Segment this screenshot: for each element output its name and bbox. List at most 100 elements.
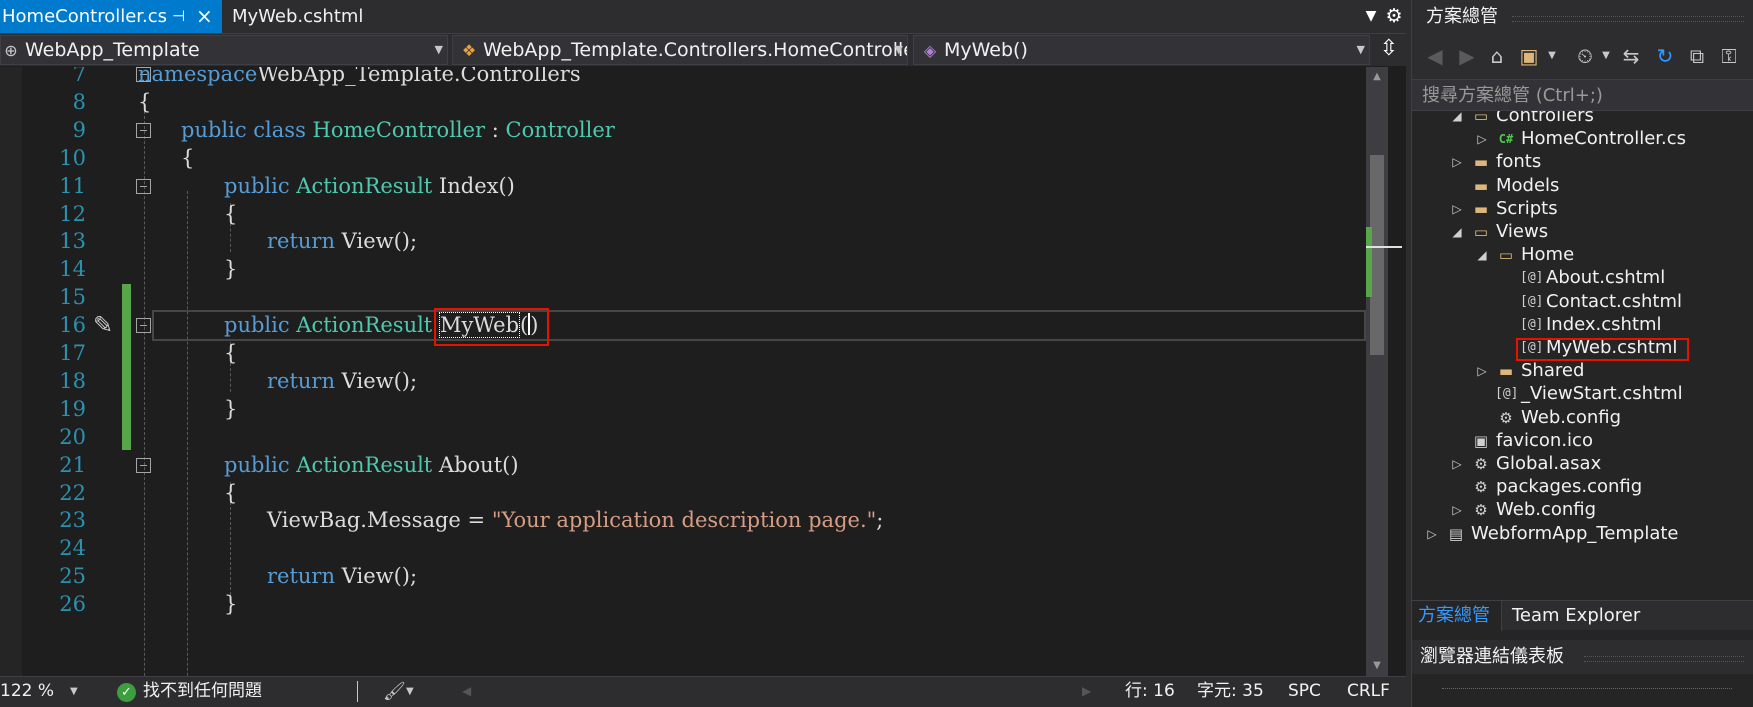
chevron-down-icon[interactable]: ▼: [70, 677, 78, 706]
tab-team-explorer[interactable]: Team Explorer: [1502, 601, 1646, 631]
sync-with-document-icon[interactable]: ⇆: [1618, 43, 1644, 69]
scroll-down-icon[interactable]: ▼: [1366, 656, 1388, 676]
code-line[interactable]: 16 public ActionResult MyWeb(): [0, 310, 1384, 341]
scrollbar-thumb[interactable]: [1370, 155, 1384, 355]
code-editor[interactable]: 7 namespaceWebApp_Template.Controllers 8{9…: [0, 67, 1384, 676]
member-dropdown[interactable]: ◈ MyWeb() ▼: [913, 35, 1370, 65]
tree-item[interactable]: [@] _ViewStart.cshtml: [1412, 381, 1753, 407]
tree-item[interactable]: ▷ ⚙ Global.asax: [1412, 451, 1753, 477]
project-dropdown[interactable]: ⊕ WebApp_Template ▼: [0, 35, 448, 65]
tree-item[interactable]: [@] About.cshtml: [1412, 265, 1753, 291]
folder-icon: ▬: [1498, 362, 1514, 381]
code-line[interactable]: 13 return View();: [0, 226, 1384, 257]
code-text: return View();: [267, 561, 417, 592]
tab-homecontroller-cs[interactable]: HomeController.cs ⊣ ×: [0, 0, 222, 33]
expand-arrow-icon[interactable]: ▷: [1450, 149, 1464, 175]
keyword-token: return: [267, 229, 335, 254]
folder-icon: ▬: [1473, 199, 1489, 218]
tree-item-label: Scripts: [1496, 197, 1558, 219]
pin-icon[interactable]: ⊣: [172, 0, 185, 33]
expand-arrow-icon[interactable]: ▷: [1450, 451, 1464, 477]
solution-explorer: 方案總管 ◀ ▶ ⌂ ▣ ▼ ⏲ ▼ ⇆ ↻ ⧉ ⚿ ◢▭Controllers…: [1411, 0, 1753, 707]
home-icon[interactable]: ⌂: [1484, 43, 1510, 69]
expand-arrow-icon[interactable]: ▷: [1475, 126, 1489, 152]
tree-item[interactable]: ▬ Models: [1412, 173, 1753, 199]
switch-views-icon[interactable]: ▣: [1516, 43, 1542, 69]
tree-item[interactable]: ⚙ packages.config: [1412, 474, 1753, 500]
solution-explorer-title: 方案總管: [1412, 0, 1753, 34]
forward-icon[interactable]: ▶: [1454, 43, 1480, 69]
collapse-outline-icon[interactable]: [136, 457, 151, 473]
tab-overflow-dropdown-icon[interactable]: ▼: [1362, 0, 1380, 33]
chevron-down-icon[interactable]: ▼: [1546, 43, 1558, 69]
quick-actions-screwdriver-icon[interactable]: ✎: [88, 310, 118, 341]
code-line[interactable]: 25 return View();: [0, 561, 1384, 592]
tree-item[interactable]: ▷ ▬ fonts: [1412, 149, 1753, 175]
issues-status[interactable]: 找不到任何問題: [143, 677, 262, 706]
code-line[interactable]: 11 public ActionResult Index(): [0, 171, 1384, 202]
code-line[interactable]: 14}: [0, 254, 1384, 285]
back-icon[interactable]: ◀: [1422, 43, 1448, 69]
tab-myweb-cshtml[interactable]: MyWeb.cshtml: [222, 0, 382, 33]
code-line[interactable]: 15: [0, 282, 1384, 313]
code-line[interactable]: 21 public ActionResult About(): [0, 450, 1384, 481]
expand-arrow-icon[interactable]: ▷: [1450, 497, 1464, 523]
collapse-all-icon[interactable]: ⧉: [1684, 43, 1710, 69]
expand-arrow-icon[interactable]: ▷: [1475, 358, 1489, 384]
tree-item[interactable]: ▣ favicon.ico: [1412, 428, 1753, 454]
properties-icon[interactable]: ⚿: [1716, 43, 1742, 69]
char-number-status: 字元: 35: [1197, 681, 1264, 701]
close-icon[interactable]: ×: [196, 0, 213, 33]
collapse-outline-icon[interactable]: [136, 318, 151, 334]
collapse-arrow-icon[interactable]: ◢: [1450, 219, 1464, 245]
tree-item[interactable]: ▷ C# HomeController.cs: [1412, 126, 1753, 152]
vertical-scrollbar[interactable]: ▲ ▼: [1366, 67, 1402, 676]
scroll-right-icon[interactable]: ▶: [1082, 677, 1091, 706]
scroll-left-icon[interactable]: ◀: [462, 677, 471, 706]
collapse-outline-icon[interactable]: [136, 122, 151, 138]
tree-item[interactable]: ⚙ Web.config: [1412, 405, 1753, 431]
keyword-token: public: [224, 173, 290, 198]
razor-file-icon: [@]: [1520, 293, 1544, 309]
chevron-down-icon[interactable]: ▼: [406, 677, 414, 706]
code-line[interactable]: 10 {: [0, 143, 1384, 174]
gear-icon[interactable]: ⚙: [1384, 0, 1404, 33]
code-line[interactable]: 22 {: [0, 478, 1384, 509]
code-line[interactable]: 19}: [0, 394, 1384, 425]
code-line[interactable]: 23 ViewBag.Message = "Your application de…: [0, 505, 1384, 536]
split-window-icon[interactable]: ⇳: [1373, 35, 1405, 65]
code-line[interactable]: 20: [0, 422, 1384, 453]
line-number: 22: [59, 480, 86, 505]
pending-changes-filter-icon[interactable]: ⏲: [1572, 43, 1598, 69]
tree-item[interactable]: ◢ ▭ Home: [1412, 242, 1753, 268]
zoom-level[interactable]: 122 %: [0, 677, 54, 706]
code-line[interactable]: 18 return View();: [0, 366, 1384, 397]
tree-item[interactable]: [@] Index.cshtml: [1412, 312, 1753, 338]
code-line[interactable]: 8{: [0, 87, 1384, 118]
chevron-down-icon[interactable]: ▼: [1600, 43, 1612, 69]
code-token: {: [224, 201, 238, 226]
code-line[interactable]: 17 {: [0, 338, 1384, 369]
tree-item[interactable]: [@] Contact.cshtml: [1412, 289, 1753, 315]
solution-search-input[interactable]: [1412, 80, 1753, 110]
code-line[interactable]: 24: [0, 533, 1384, 564]
code-line[interactable]: 9 public class HomeController : Controlle…: [0, 115, 1384, 146]
code-line[interactable]: 26}: [0, 589, 1384, 620]
collapse-outline-icon[interactable]: [136, 178, 151, 194]
code-line[interactable]: 12 {: [0, 199, 1384, 230]
browser-link-truncated-row: [1442, 688, 1732, 694]
tree-item[interactable]: ▷ ▬ Scripts: [1412, 196, 1753, 222]
refresh-icon[interactable]: ↻: [1652, 43, 1678, 69]
tree-item[interactable]: ▷ ⚙ Web.config: [1412, 497, 1753, 523]
solution-search-box[interactable]: [1412, 79, 1753, 111]
code-cleanup-icon[interactable]: 🖌︎: [383, 677, 406, 706]
expand-arrow-icon[interactable]: ▷: [1450, 196, 1464, 222]
scroll-up-icon[interactable]: ▲: [1366, 67, 1388, 87]
tab-solution-explorer[interactable]: 方案總管: [1412, 601, 1502, 631]
tree-item[interactable]: ▷ ▤ WebformApp_Template: [1412, 521, 1753, 547]
tree-item[interactable]: ◢ ▭ Views: [1412, 219, 1753, 245]
collapse-arrow-icon[interactable]: ◢: [1475, 242, 1489, 268]
expand-arrow-icon[interactable]: ▷: [1425, 521, 1439, 547]
tree-item[interactable]: ▷ ▬ Shared: [1412, 358, 1753, 384]
class-dropdown[interactable]: ❖ WebApp_Template.Controllers.HomeControl…: [452, 35, 908, 65]
